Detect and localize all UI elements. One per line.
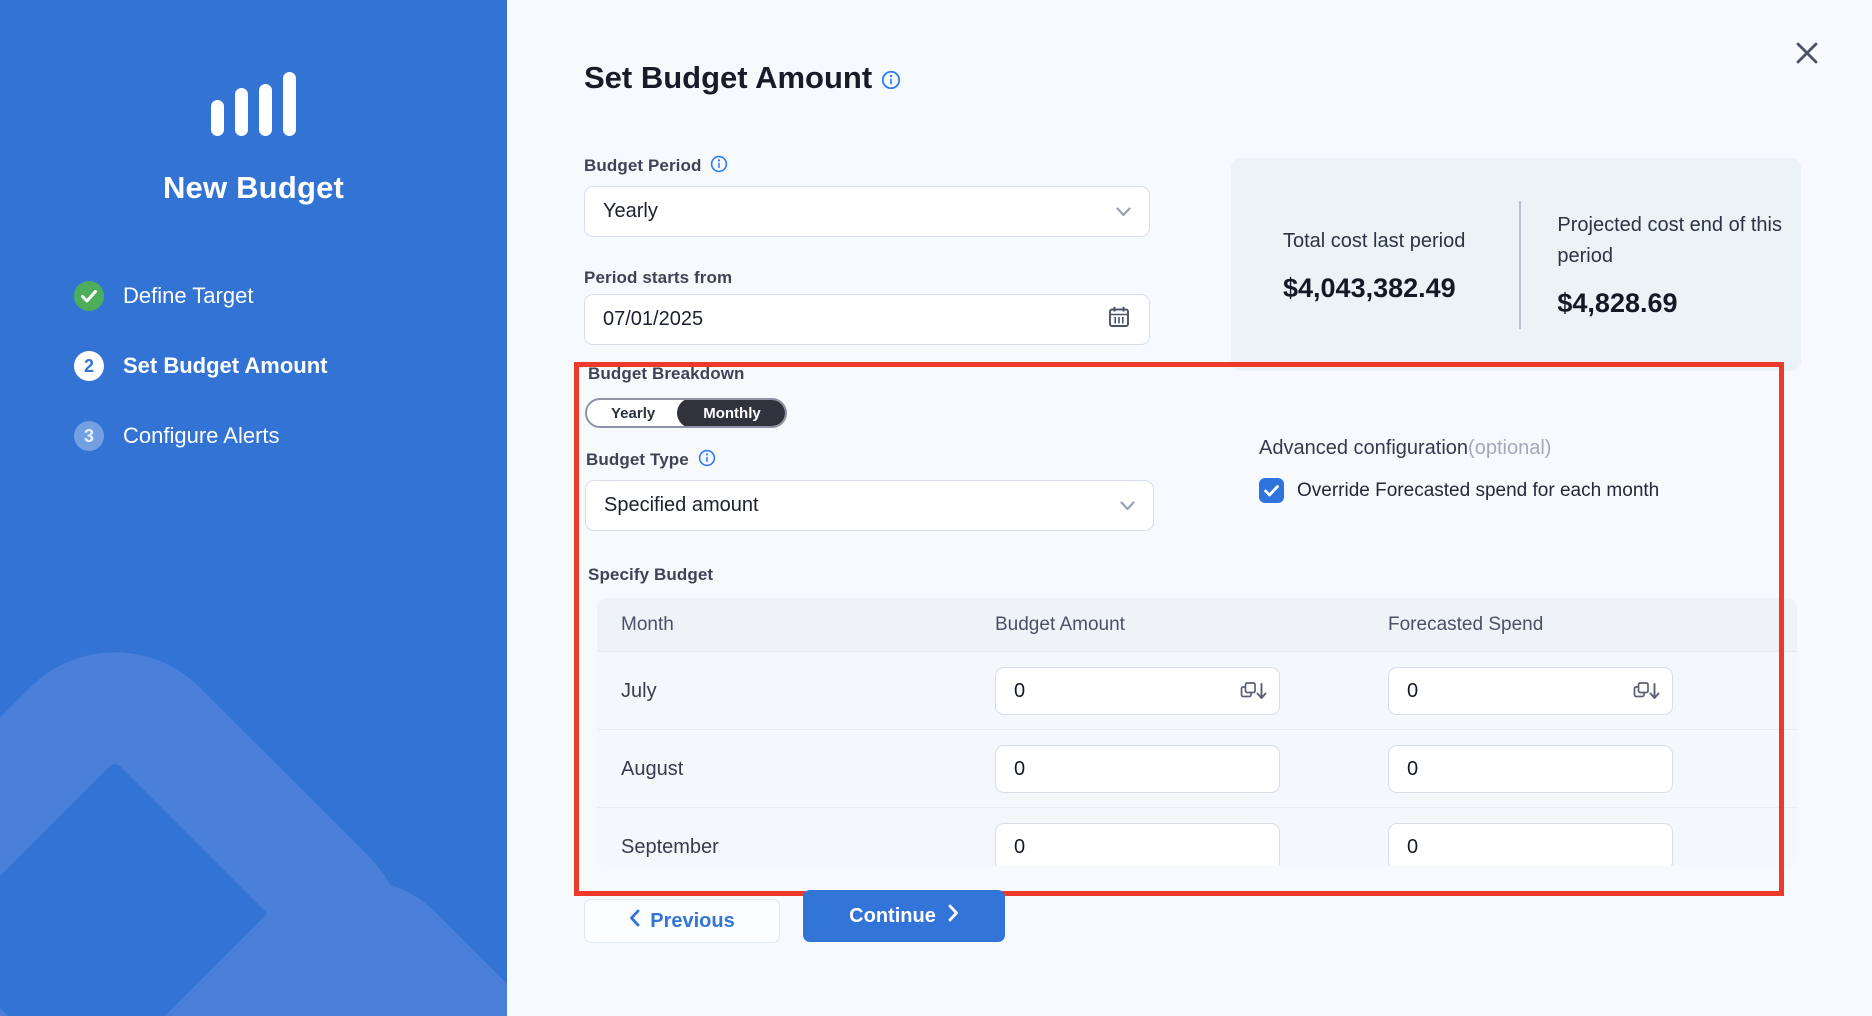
forecasted-spend-cell [1388, 667, 1673, 715]
step-number-badge: 3 [74, 421, 104, 451]
info-icon[interactable] [710, 155, 728, 178]
continue-button[interactable]: Continue [803, 890, 1005, 942]
budget-type-value: Specified amount [604, 494, 1120, 517]
forecasted-spend-input[interactable] [1407, 758, 1660, 781]
previous-button-label: Previous [650, 910, 734, 933]
projected-cost-end-period: Projected cost end of this period $4,828… [1557, 210, 1801, 319]
column-header-month: Month [621, 614, 674, 636]
bar-chart-icon [0, 72, 507, 136]
override-forecast-checkbox-row[interactable]: Override Forecasted spend for each month [1259, 478, 1659, 503]
budget-type-select[interactable]: Specified amount [585, 480, 1154, 531]
column-header-budget-amount: Budget Amount [995, 614, 1125, 636]
new-budget-wizard: New Budget Define Target 2 Set Budget Am… [0, 0, 1872, 1016]
budget-type-label: Budget Type [586, 449, 716, 472]
table-row: September [597, 808, 1797, 866]
budget-period-label: Budget Period [584, 155, 728, 178]
forecasted-spend-cell [1388, 823, 1673, 866]
toggle-option-monthly[interactable]: Monthly [677, 398, 787, 428]
forecasted-spend-cell [1388, 745, 1673, 793]
month-cell: September [621, 808, 719, 866]
table-header-row: Month Budget Amount Forecasted Spend [597, 598, 1797, 652]
previous-button[interactable]: Previous [584, 899, 780, 943]
summary-value: $4,828.69 [1557, 288, 1801, 319]
budget-amount-cell [995, 667, 1280, 715]
wizard-title: New Budget [0, 170, 507, 206]
column-header-forecasted-spend: Forecasted Spend [1388, 614, 1543, 636]
cost-summary-panel: Total cost last period $4,043,382.49 Pro… [1231, 158, 1801, 371]
step-number-badge: 2 [74, 351, 104, 381]
continue-button-label: Continue [849, 905, 936, 928]
summary-value: $4,043,382.49 [1283, 273, 1497, 304]
month-cell: August [621, 730, 683, 808]
total-cost-last-period: Total cost last period $4,043,382.49 [1231, 226, 1497, 304]
sidebar-step-configure-alerts[interactable]: 3 Configure Alerts [74, 421, 328, 451]
period-starts-label: Period starts from [584, 268, 732, 288]
specify-budget-table: Month Budget Amount Forecasted Spend Jul… [597, 598, 1797, 866]
info-icon[interactable] [881, 62, 901, 98]
forecasted-spend-input[interactable] [1407, 680, 1627, 703]
checkbox-checked-icon[interactable] [1259, 478, 1284, 503]
copy-down-icon[interactable] [1240, 681, 1267, 702]
chevron-down-icon [1120, 494, 1135, 517]
budget-amount-input[interactable] [1014, 758, 1267, 781]
sidebar-step-define-target[interactable]: Define Target [74, 281, 328, 311]
close-icon[interactable] [1792, 38, 1822, 68]
month-cell: July [621, 652, 657, 730]
chevron-down-icon [1116, 200, 1131, 223]
chevron-left-icon [629, 909, 640, 933]
step-complete-check-icon [74, 281, 104, 311]
sidebar-step-set-budget-amount[interactable]: 2 Set Budget Amount [74, 351, 328, 381]
optional-hint: (optional) [1468, 437, 1551, 459]
specify-budget-label: Specify Budget [588, 565, 713, 585]
budget-period-value: Yearly [603, 200, 1116, 223]
wizard-sidebar: New Budget Define Target 2 Set Budget Am… [0, 0, 507, 1016]
forecasted-spend-input[interactable] [1407, 836, 1660, 859]
page-title: Set Budget Amount [584, 60, 901, 98]
table-row: August [597, 730, 1797, 808]
info-icon[interactable] [698, 449, 716, 472]
summary-label: Total cost last period [1283, 226, 1497, 257]
summary-label: Projected cost end of this period [1557, 210, 1801, 272]
advanced-config-title: Advanced configuration(optional) [1259, 437, 1551, 460]
chevron-right-icon [948, 904, 959, 928]
budget-breakdown-label: Budget Breakdown [588, 364, 745, 384]
checkbox-label: Override Forecasted spend for each month [1297, 480, 1659, 502]
budget-amount-cell [995, 823, 1280, 866]
step-label: Configure Alerts [123, 423, 280, 449]
period-start-date-value: 07/01/2025 [603, 308, 1107, 331]
budget-amount-input[interactable] [1014, 836, 1267, 859]
summary-divider [1519, 201, 1521, 329]
budget-amount-input[interactable] [1014, 680, 1234, 703]
copy-down-icon[interactable] [1633, 681, 1660, 702]
budget-breakdown-toggle: Yearly Monthly [585, 398, 787, 428]
step-label: Define Target [123, 283, 253, 309]
wizard-steps: Define Target 2 Set Budget Amount 3 Conf… [74, 281, 328, 491]
budget-amount-cell [995, 745, 1280, 793]
step-label: Set Budget Amount [123, 353, 328, 379]
period-start-date-input[interactable]: 07/01/2025 [584, 294, 1150, 345]
calendar-icon [1107, 305, 1131, 335]
budget-period-select[interactable]: Yearly [584, 186, 1150, 237]
table-row: July [597, 652, 1797, 730]
toggle-option-yearly[interactable]: Yearly [587, 398, 679, 428]
